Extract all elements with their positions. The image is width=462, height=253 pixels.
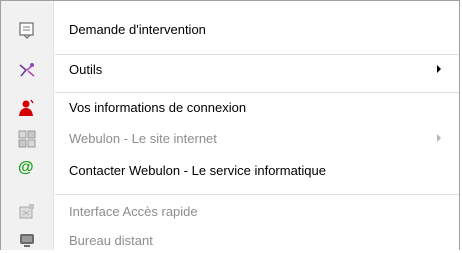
menu-item-outils[interactable]: Outils: [1, 58, 459, 82]
menu-item-bureau-distant[interactable]: Bureau distant: [1, 229, 459, 253]
menu-item-label: Vos informations de connexion: [69, 100, 247, 115]
menu-item-label: Demande d'intervention: [69, 22, 206, 37]
menu-item-label: Interface Accès rapide: [69, 204, 198, 219]
form-icon: [18, 21, 36, 39]
menu-separator: [55, 194, 459, 195]
remote-desktop-icon: [18, 232, 36, 250]
menu-separator: [55, 92, 459, 93]
menu-separator: [55, 54, 459, 55]
menu-item-contacter-webulon[interactable]: @ Contacter Webulon - Le service informa…: [1, 159, 459, 183]
at-sign-icon: @: [18, 159, 34, 176]
user-icon: [18, 99, 36, 117]
menu-item-interface-acces-rapide[interactable]: Interface Accès rapide: [1, 200, 459, 224]
menu-item-webulon-site[interactable]: Webulon - Le site internet: [1, 127, 459, 151]
menu-item-label: Contacter Webulon - Le service informati…: [69, 163, 326, 178]
submenu-arrow-icon: [437, 65, 441, 73]
menu-item-label: Bureau distant: [69, 233, 153, 248]
menu-item-label: Webulon - Le site internet: [69, 131, 217, 146]
submenu-arrow-icon: [437, 134, 441, 142]
menu-item-label: Outils: [69, 62, 103, 77]
website-icon: [18, 130, 36, 148]
tools-icon: [18, 61, 36, 79]
menu-item-informations-connexion[interactable]: Vos informations de connexion: [1, 96, 459, 120]
context-menu: Demande d'intervention Outils Vos inform…: [0, 0, 460, 250]
quick-access-icon: [18, 203, 36, 221]
menu-item-demande-intervention[interactable]: Demande d'intervention: [1, 18, 459, 42]
